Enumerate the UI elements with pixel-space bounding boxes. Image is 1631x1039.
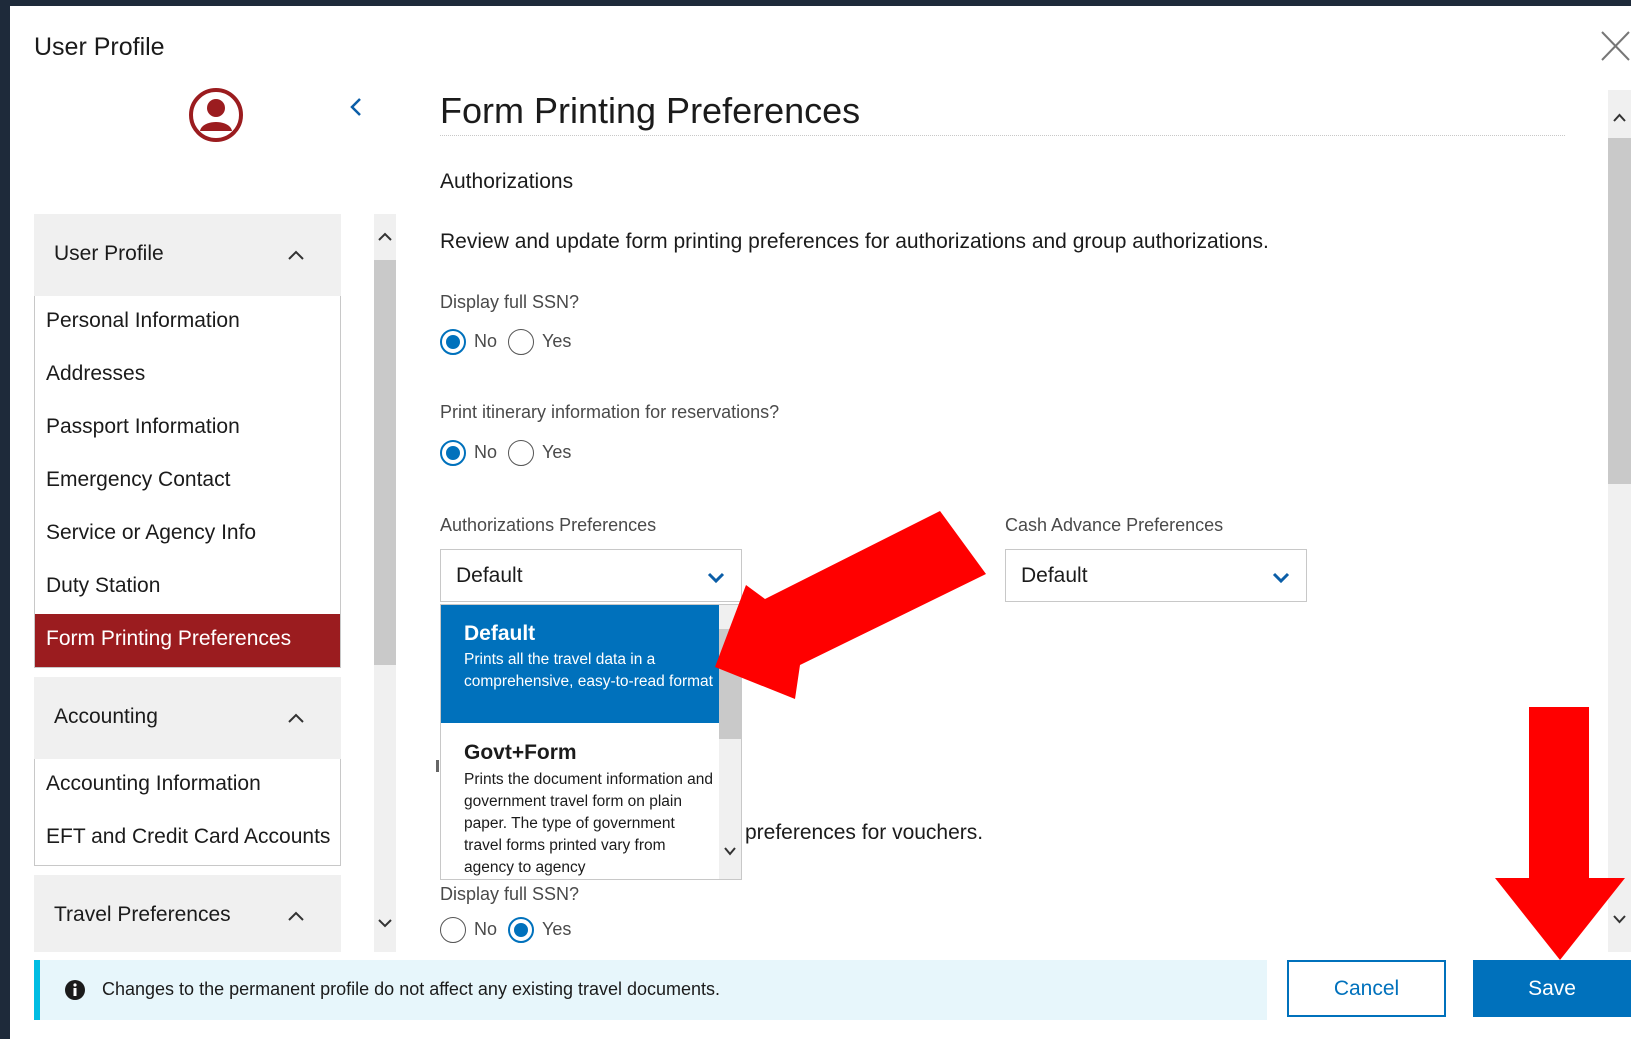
sidebar-item-addresses[interactable]: Addresses — [35, 349, 340, 402]
window-frame-top — [0, 0, 1631, 6]
sidebar-item-label: Personal Information — [46, 309, 240, 332]
info-icon — [65, 980, 85, 1000]
auth-preferences-select[interactable]: Default — [440, 549, 742, 602]
itinerary-no-radio[interactable] — [440, 440, 466, 466]
sidebar-item-service-agency-info[interactable]: Service or Agency Info — [35, 508, 340, 561]
sidebar-section-label: User Profile — [54, 242, 164, 265]
title-divider — [440, 135, 1565, 136]
select-value: Default — [456, 564, 523, 587]
dropdown-scroll-thumb[interactable] — [719, 629, 741, 739]
vouchers-intro: preferences for vouchers. — [745, 821, 984, 844]
option-title: Govt+Form — [464, 741, 577, 764]
voucher-ssn-label: Display full SSN? — [440, 884, 580, 904]
radio-label: No — [474, 442, 498, 462]
select-value: Default — [1021, 564, 1088, 587]
sidebar-section-label: Travel Preferences — [54, 903, 231, 926]
option-description: Prints the document information and gove… — [464, 771, 713, 876]
chevron-left-icon[interactable] — [346, 95, 366, 119]
sidebar-item-label: Service or Agency Info — [46, 521, 257, 544]
chevron-up-icon — [288, 250, 304, 260]
radio-label: No — [474, 919, 498, 939]
dropdown-option-govt-form[interactable]: Govt+Form Prints the document informatio… — [441, 723, 719, 879]
itinerary-label: Print itinerary information for reservat… — [440, 402, 780, 422]
annotation-arrow-dropdown — [715, 511, 986, 699]
sidebar-item-form-printing-preferences[interactable]: Form Printing Preferences — [35, 614, 340, 667]
scroll-up-icon[interactable] — [376, 228, 394, 246]
chevron-down-icon[interactable] — [722, 843, 738, 859]
scroll-down-icon[interactable] — [376, 914, 394, 932]
sidebar-item-label: Duty Station — [46, 574, 161, 597]
ssn-yes-radio[interactable] — [508, 329, 534, 355]
sidebar-item-passport-information[interactable]: Passport Information — [35, 402, 340, 455]
annotation-arrow-save — [1495, 707, 1625, 960]
sidebar-item-accounting-information[interactable]: Accounting Information — [35, 759, 340, 812]
sidebar-scroll-thumb[interactable] — [374, 260, 396, 665]
auth-preferences-label: Authorizations Preferences — [440, 515, 657, 535]
voucher-ssn-no-radio[interactable] — [440, 917, 466, 943]
info-banner: Changes to the permanent profile do not … — [34, 960, 1267, 1020]
chevron-down-icon — [1272, 572, 1290, 584]
save-button[interactable]: Save — [1473, 960, 1631, 1017]
window-frame-left — [0, 0, 10, 1039]
authorizations-heading: Authorizations — [440, 170, 574, 193]
radio-label: Yes — [542, 331, 572, 351]
chevron-up-icon — [288, 713, 304, 723]
dropdown-option-default[interactable]: Default Prints all the travel data in a … — [441, 605, 719, 723]
sidebar-item-label: EFT and Credit Card Accounts — [46, 825, 331, 848]
cash-advance-select[interactable]: Default — [1005, 549, 1307, 602]
voucher-ssn-yes-radio[interactable] — [508, 917, 534, 943]
sidebar-item-label: Accounting Information — [46, 772, 261, 795]
user-avatar-icon — [189, 88, 243, 142]
radio-label: Yes — [542, 442, 572, 462]
sidebar-item-label: Passport Information — [46, 415, 240, 438]
cash-advance-label: Cash Advance Preferences — [1005, 515, 1224, 535]
sidebar-list-accounting: Accounting Information EFT and Credit Ca… — [34, 759, 341, 866]
main-scrollbar[interactable] — [1608, 90, 1631, 952]
sidebar-section-user-profile[interactable]: User Profile — [34, 214, 341, 297]
sidebar-item-label: Addresses — [46, 362, 146, 385]
option-description: Prints all the travel data in a comprehe… — [464, 651, 713, 690]
radio-label: Yes — [542, 919, 572, 939]
itinerary-radio-group: No Yes — [440, 440, 580, 470]
close-icon[interactable] — [1600, 28, 1631, 64]
sidebar-item-label: Form Printing Preferences — [46, 627, 292, 650]
radio-label: No — [474, 331, 498, 351]
page-title: Form Printing Preferences — [440, 90, 861, 131]
authorizations-intro: Review and update form printing preferen… — [440, 230, 1269, 253]
option-title: Default — [464, 622, 536, 645]
auth-preferences-dropdown: Default Prints all the travel data in a … — [440, 604, 742, 880]
chevron-up-icon — [288, 911, 304, 921]
sidebar-section-travel-preferences[interactable]: Travel Preferences — [34, 875, 341, 952]
ssn-radio-group: No Yes — [440, 329, 580, 359]
sidebar-item-label: Emergency Contact — [46, 468, 231, 491]
cancel-button[interactable]: Cancel — [1287, 960, 1446, 1017]
ssn-no-radio[interactable] — [440, 329, 466, 355]
itinerary-yes-radio[interactable] — [508, 440, 534, 466]
sidebar-item-eft-credit-card-accounts[interactable]: EFT and Credit Card Accounts — [35, 812, 340, 865]
dialog-title: User Profile — [34, 33, 165, 61]
dropdown-scrollbar[interactable] — [719, 605, 741, 879]
sidebar-item-emergency-contact[interactable]: Emergency Contact — [35, 455, 340, 508]
sidebar-item-personal-information[interactable]: Personal Information — [35, 296, 340, 349]
main-scroll-thumb[interactable] — [1608, 138, 1631, 484]
scroll-down-icon[interactable] — [1611, 910, 1628, 927]
scroll-up-icon[interactable] — [1611, 110, 1628, 127]
info-message: Changes to the permanent profile do not … — [102, 979, 721, 999]
sidebar-list-user-profile: Personal Information Addresses Passport … — [34, 296, 341, 668]
chevron-down-icon — [707, 572, 725, 584]
sidebar-section-label: Accounting — [54, 705, 158, 728]
ssn-label: Display full SSN? — [440, 292, 580, 312]
voucher-ssn-radio-group: No Yes — [440, 917, 580, 947]
sidebar-nav: User Profile Personal Information Addres… — [34, 214, 341, 952]
sidebar-scrollbar[interactable] — [374, 214, 396, 952]
sidebar-item-duty-station[interactable]: Duty Station — [35, 561, 340, 614]
sidebar-section-accounting[interactable]: Accounting — [34, 677, 341, 760]
obscured-text-fragment — [436, 760, 439, 772]
